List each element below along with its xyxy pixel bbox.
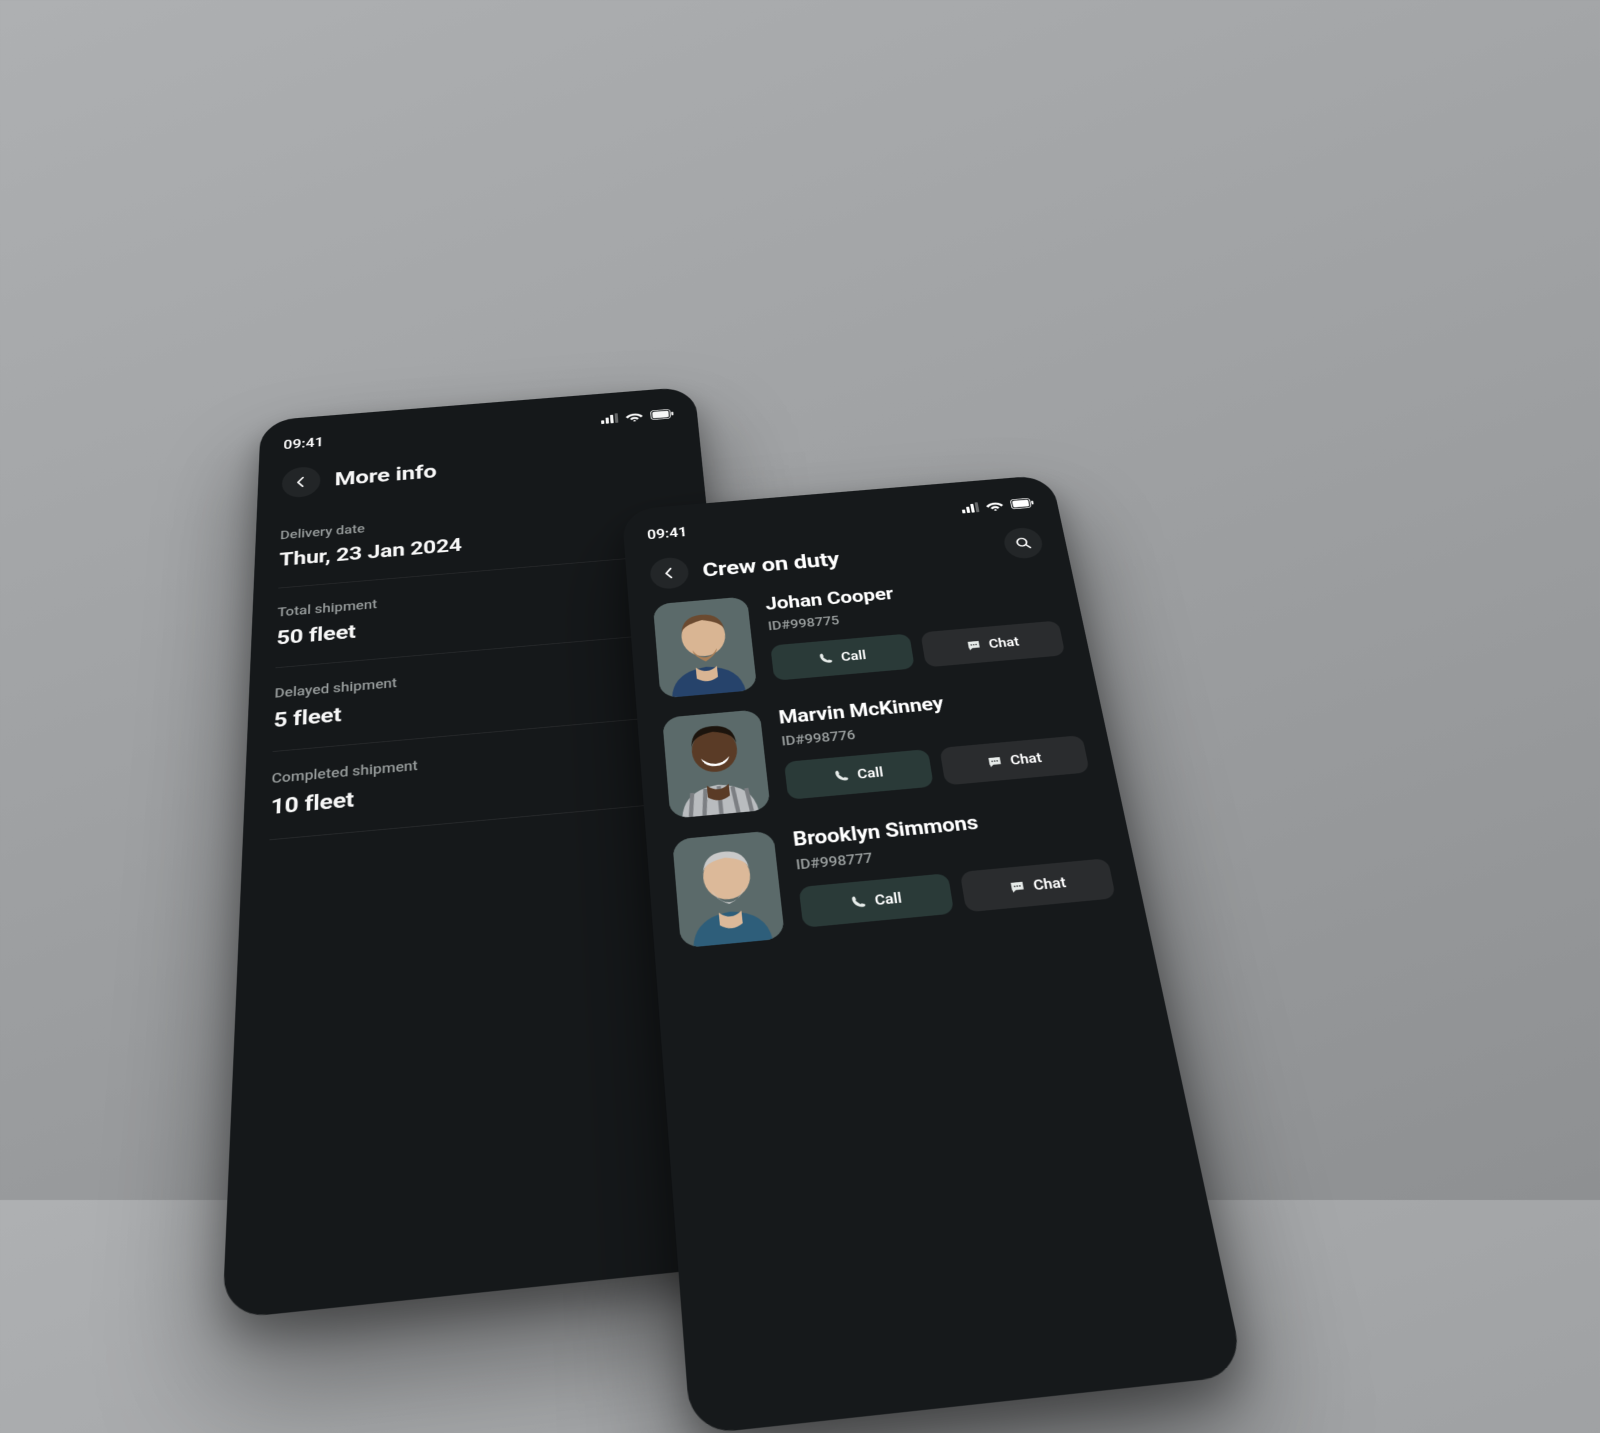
phone-icon <box>850 894 868 909</box>
chat-button[interactable]: Chat <box>960 858 1116 912</box>
page-title: Crew on duty <box>701 548 840 582</box>
chat-icon <box>965 639 982 652</box>
battery-icon <box>650 409 674 420</box>
chat-button[interactable]: Chat <box>920 620 1065 667</box>
avatar-illustration <box>662 709 771 819</box>
status-icons <box>961 498 1035 514</box>
search-button[interactable] <box>1002 526 1045 559</box>
call-button[interactable]: Call <box>770 633 915 680</box>
chat-label: Chat <box>988 634 1021 651</box>
avatar-illustration <box>672 830 785 948</box>
status-time: 09:41 <box>283 434 324 452</box>
phone-icon <box>818 652 834 665</box>
back-button[interactable] <box>649 556 690 590</box>
chat-label: Chat <box>1032 874 1067 893</box>
avatar[interactable] <box>672 830 785 948</box>
avatar[interactable] <box>662 709 771 819</box>
avatar-illustration <box>653 596 757 698</box>
call-label: Call <box>840 648 867 664</box>
search-icon <box>1014 536 1032 550</box>
signal-icon <box>961 502 980 513</box>
phone-screen-crew-on-duty: 09:41 Crew on duty <box>622 475 1245 1433</box>
avatar[interactable] <box>653 596 757 698</box>
back-button[interactable] <box>281 466 320 499</box>
crew-item: Marvin McKinney ID#998776 Call Chat <box>662 682 1091 819</box>
call-button[interactable]: Call <box>799 873 955 928</box>
crew-item: Johan Cooper ID#998775 Call Chat <box>653 571 1067 699</box>
call-button[interactable]: Call <box>784 749 934 800</box>
crew-item: Brooklyn Simmons ID#998777 Call Chat <box>672 801 1118 949</box>
status-time: 09:41 <box>647 524 688 542</box>
chat-icon <box>1008 879 1026 894</box>
chevron-left-icon <box>293 475 309 489</box>
call-label: Call <box>874 890 903 909</box>
page-title: More info <box>334 460 436 490</box>
chat-button[interactable]: Chat <box>939 735 1089 785</box>
chat-icon <box>986 755 1003 769</box>
wifi-icon <box>985 500 1004 511</box>
signal-icon <box>601 413 619 424</box>
chevron-left-icon <box>661 566 678 580</box>
wifi-icon <box>625 411 643 422</box>
call-label: Call <box>856 764 884 782</box>
chat-label: Chat <box>1009 750 1043 768</box>
battery-icon <box>1010 498 1035 510</box>
phone-icon <box>833 769 850 783</box>
crew-list: Johan Cooper ID#998775 Call Chat <box>653 571 1118 949</box>
status-icons <box>601 409 675 424</box>
